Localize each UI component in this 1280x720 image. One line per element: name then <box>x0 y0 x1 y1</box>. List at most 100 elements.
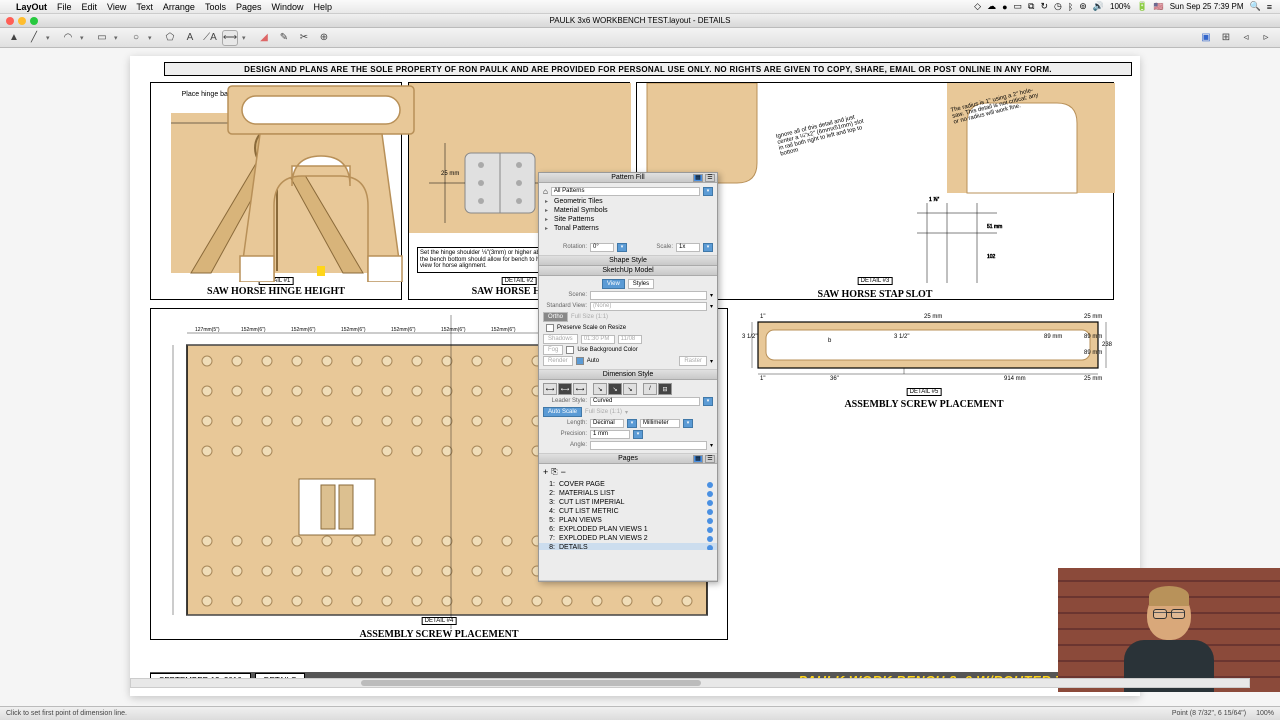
screenshare-icon[interactable]: ⧉ <box>1028 1 1034 12</box>
menu-tools[interactable]: Tools <box>205 2 226 12</box>
menu-app[interactable]: LayOut <box>16 2 47 12</box>
sync-icon[interactable]: ↻ <box>1040 1 1048 12</box>
minimize-button[interactable] <box>18 17 26 25</box>
next-page-button[interactable]: ▹ <box>1258 30 1274 46</box>
line-tool[interactable]: ╱ <box>26 30 42 46</box>
length-unit[interactable]: Millimeter <box>640 419 680 428</box>
pages-header[interactable]: Pages ▦☰ <box>539 454 717 464</box>
dimension-tool[interactable]: ⟷ <box>222 30 238 46</box>
menu-view[interactable]: View <box>107 2 126 12</box>
page-row[interactable]: 8:DETAILS <box>539 543 717 550</box>
angle-input[interactable] <box>590 441 707 450</box>
volume-icon[interactable]: 🔊 <box>1093 1 1104 12</box>
pages-list[interactable]: ☰ <box>705 455 715 463</box>
render-button[interactable]: Render <box>543 356 573 366</box>
pattern-path-dd[interactable]: ▾ <box>703 187 713 196</box>
pages-thumb[interactable]: ▦ <box>693 455 703 463</box>
evernote-icon[interactable]: ● <box>1002 2 1007 12</box>
creative-cloud-icon[interactable]: ☁ <box>987 1 996 12</box>
pattern-list[interactable]: ☰ <box>705 174 715 182</box>
text-tool[interactable]: A <box>182 30 198 46</box>
display-icon[interactable]: ▭ <box>1014 1 1023 12</box>
shadow-time[interactable]: 01:30 PM <box>581 335 615 344</box>
bg-color-check[interactable] <box>566 346 574 354</box>
fog-button[interactable]: Fog <box>543 345 563 355</box>
prev-page-button[interactable]: ◃ <box>1238 30 1254 46</box>
page-row[interactable]: 1:COVER PAGE <box>539 480 717 489</box>
add-page[interactable]: + <box>543 467 548 477</box>
dim-arrow3[interactable]: ↘ <box>623 383 637 395</box>
style-tool[interactable]: ✎ <box>276 30 292 46</box>
ortho-button[interactable]: Ortho <box>543 312 568 322</box>
scene-select[interactable] <box>590 291 707 300</box>
length-format[interactable]: Decimal <box>590 419 624 428</box>
page-row[interactable]: 7:EXPLODED PLAN VIEWS 2 <box>539 534 717 543</box>
spotlight-icon[interactable]: 🔍 <box>1250 1 1261 12</box>
page-row[interactable]: 6:EXPLODED PLAN VIEWS 1 <box>539 525 717 534</box>
circle-tool[interactable]: ○ <box>128 30 144 46</box>
label-tool[interactable]: ⟋A <box>202 30 218 46</box>
select-tool[interactable]: ▲ <box>6 30 22 46</box>
menu-arrange[interactable]: Arrange <box>163 2 195 12</box>
dim-center[interactable]: ⟷ <box>558 383 572 395</box>
length-dd[interactable]: ▾ <box>627 419 637 428</box>
dim-above[interactable]: ⟷ <box>543 383 557 395</box>
dimension-style-header[interactable]: Dimension Style <box>539 370 717 380</box>
preserve-scale-check[interactable] <box>546 324 554 332</box>
battery-status[interactable]: 100% <box>1110 2 1130 11</box>
precision-dd[interactable]: ▾ <box>633 430 643 439</box>
menu-window[interactable]: Window <box>272 2 304 12</box>
rect-tool[interactable]: ▭ <box>94 30 110 46</box>
page-row[interactable]: 2:MATERIALS LIST <box>539 489 717 498</box>
scale-dd[interactable]: ▾ <box>703 243 713 252</box>
notifications-icon[interactable]: ≡ <box>1267 2 1272 12</box>
join-tool[interactable]: ⊕ <box>316 30 332 46</box>
rotation-input[interactable]: 0° <box>590 243 614 252</box>
folder-tonal[interactable]: ▸Tonal Patterns <box>543 224 713 233</box>
auto-render-check[interactable] <box>576 357 584 365</box>
folder-site[interactable]: ▸Site Patterns <box>543 215 713 224</box>
wifi-icon[interactable]: ⊚ <box>1079 1 1087 12</box>
dim-tick[interactable]: / <box>643 383 657 395</box>
scrollbar-thumb[interactable] <box>361 680 701 686</box>
page-row[interactable]: 4:CUT LIST METRIC <box>539 507 717 516</box>
split-tool[interactable]: ✂ <box>296 30 312 46</box>
remove-page[interactable]: − <box>561 467 566 477</box>
menu-text[interactable]: Text <box>136 2 153 12</box>
pattern-path[interactable]: All Patterns <box>551 187 700 196</box>
shadows-button[interactable]: Shadows <box>543 334 578 344</box>
menu-help[interactable]: Help <box>314 2 333 12</box>
canvas-area[interactable]: DESIGN AND PLANS ARE THE SOLE PROPERTY O… <box>0 48 1280 706</box>
horizontal-scrollbar[interactable] <box>130 678 1250 688</box>
unit-dd[interactable]: ▾ <box>683 419 693 428</box>
leader-select[interactable]: Curved <box>590 397 700 406</box>
menu-pages[interactable]: Pages <box>236 2 262 12</box>
menu-file[interactable]: File <box>57 2 72 12</box>
sketchup-model-header[interactable]: SketchUp Model <box>539 266 717 276</box>
inspector-palette[interactable]: Pattern Fill ▦☰ ⌂ All Patterns ▾ ▸Geomet… <box>538 172 718 582</box>
shape-style-header[interactable]: Shape Style <box>539 256 717 266</box>
home-icon[interactable]: ⌂ <box>543 187 548 196</box>
clock[interactable]: Sun Sep 25 7:39 PM <box>1170 2 1244 11</box>
shadow-date[interactable]: 11/08 <box>618 335 642 344</box>
dropbox-icon[interactable]: ◇ <box>974 1 981 12</box>
dim-arrow1[interactable]: ↘ <box>593 383 607 395</box>
view-tab[interactable]: View <box>602 279 625 289</box>
pattern-fill-header[interactable]: Pattern Fill ▦☰ <box>539 173 717 183</box>
input-flag[interactable]: 🇺🇸 <box>1154 2 1164 11</box>
eraser-tool[interactable]: ◢ <box>256 30 272 46</box>
close-button[interactable] <box>6 17 14 25</box>
page-row[interactable]: 5:PLAN VIEWS <box>539 516 717 525</box>
scale-input[interactable]: 1x <box>676 243 700 252</box>
raster-button[interactable]: Raster <box>679 356 707 366</box>
autoscale-button[interactable]: Auto Scale <box>543 407 582 417</box>
bluetooth-icon[interactable]: ᛒ <box>1068 2 1073 12</box>
timemachine-icon[interactable]: ◷ <box>1054 1 1062 12</box>
leader-dd[interactable]: ▾ <box>703 397 713 406</box>
pattern-toggle[interactable]: ▦ <box>693 174 703 182</box>
zoom-button[interactable] <box>30 17 38 25</box>
duplicate-page[interactable]: ⎘ <box>551 467 557 477</box>
stdview-select[interactable]: (None) <box>590 302 707 311</box>
styles-tab[interactable]: Styles <box>628 279 654 289</box>
add-page-button[interactable]: ⊞ <box>1218 30 1234 46</box>
